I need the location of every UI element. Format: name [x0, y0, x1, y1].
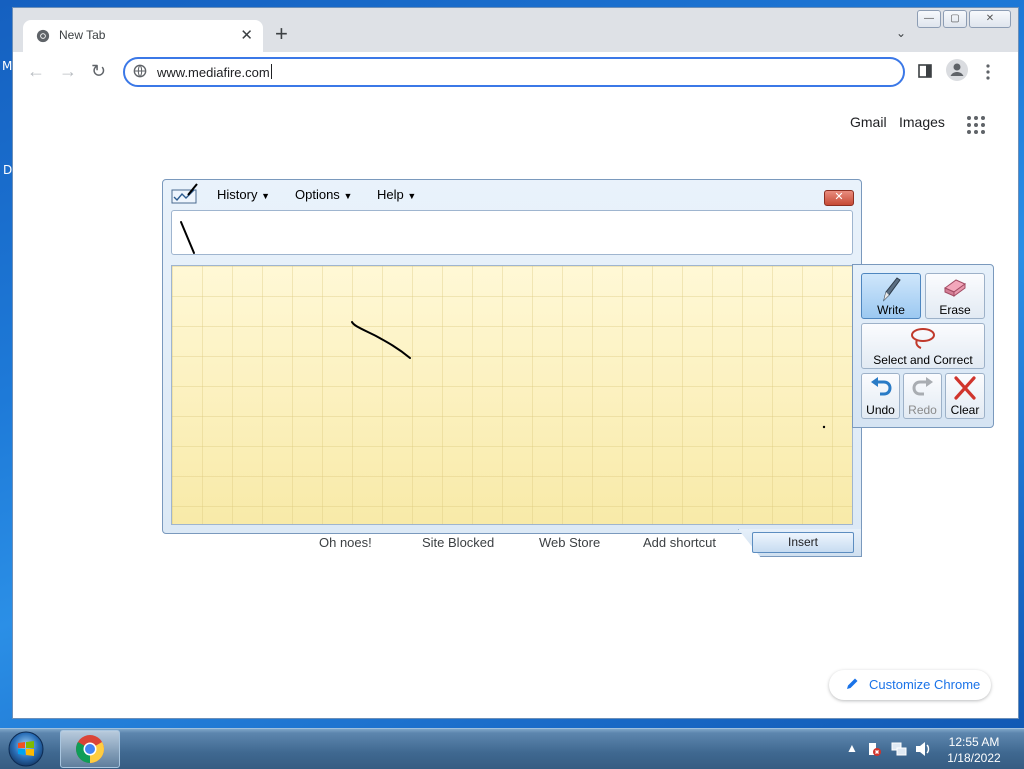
clock-time: 12:55 AM	[948, 735, 1000, 749]
insert-button[interactable]: Insert	[752, 532, 854, 553]
address-bar[interactable]: www.mediafire.com	[123, 57, 905, 87]
text-caret	[270, 64, 272, 79]
ink-stroke	[351, 321, 826, 429]
chevron-down-icon: ▼	[343, 191, 353, 201]
shortcut-label[interactable]: Web Store	[539, 535, 600, 550]
erase-button[interactable]: Erase	[925, 273, 985, 319]
close-input-panel-button[interactable]: ✕	[824, 190, 854, 206]
options-menu[interactable]: Options ▼	[295, 187, 352, 202]
side-panel-icon[interactable]	[918, 64, 932, 78]
shortcut-label[interactable]: Site Blocked	[422, 535, 494, 550]
address-bar-text[interactable]: www.mediafire.com	[157, 64, 272, 80]
taskbar-chrome-button[interactable]	[60, 730, 120, 768]
reload-icon[interactable]: ↻	[91, 62, 106, 80]
customize-chrome-label: Customize Chrome	[869, 677, 981, 692]
taskbar: ▲ 12:55 AM 1/18/2022	[0, 728, 1024, 769]
forward-icon[interactable]: →	[59, 62, 77, 80]
clock-date: 1/18/2022	[947, 751, 1001, 765]
new-tab-button[interactable]: +	[275, 23, 288, 45]
write-button[interactable]: Write	[861, 273, 921, 319]
undo-label: Undo	[866, 403, 895, 417]
back-icon[interactable]: ←	[27, 62, 45, 80]
images-link[interactable]: Images	[899, 114, 945, 130]
chrome-logo-icon	[76, 735, 104, 763]
pencil-icon	[847, 678, 858, 689]
tablet-input-panel: History ▼ Options ▼ Help ▼ ✕	[162, 179, 862, 534]
chrome-icon	[36, 29, 50, 43]
pen-icon	[883, 277, 901, 302]
tab-close-icon[interactable]: ✕	[240, 26, 253, 44]
gmail-link[interactable]: Gmail	[850, 114, 887, 130]
chevron-down-icon: ▼	[261, 191, 270, 201]
customize-chrome-button[interactable]: Customize Chrome	[829, 670, 991, 700]
start-button-icon[interactable]	[6, 730, 46, 768]
tab-new-tab[interactable]: New Tab ✕	[23, 20, 263, 52]
clear-label: Clear	[950, 403, 980, 417]
tab-strip: New Tab ✕ + ⌄ — ▢ ✕	[13, 8, 1018, 52]
erase-label: Erase	[939, 303, 971, 317]
google-apps-icon[interactable]	[967, 116, 985, 134]
tab-search-icon[interactable]: ⌄	[896, 26, 906, 40]
undo-icon	[870, 377, 892, 396]
eraser-icon	[944, 279, 966, 297]
shortcut-label[interactable]: Add shortcut	[643, 535, 716, 550]
show-hidden-icons-icon[interactable]: ▲	[846, 741, 858, 755]
maximize-button[interactable]: ▢	[943, 10, 967, 28]
volume-icon[interactable]	[914, 740, 932, 758]
help-menu[interactable]: Help ▼	[377, 187, 416, 202]
input-panel-tools: Write Erase Select and Correct Undo Redo	[852, 264, 994, 428]
minimize-button[interactable]: —	[917, 10, 941, 28]
shortcut-label[interactable]: Oh noes!	[319, 535, 372, 550]
close-button[interactable]: ✕	[969, 10, 1011, 28]
history-menu[interactable]: History ▼	[217, 187, 270, 202]
ink-preview-area	[171, 210, 853, 255]
lasso-icon	[911, 328, 935, 349]
select-and-correct-label: Select and Correct	[873, 353, 973, 367]
redo-icon	[911, 377, 933, 396]
input-panel-icon[interactable]	[171, 183, 199, 205]
clear-button[interactable]: Clear	[945, 373, 985, 419]
redo-label: Redo	[908, 403, 937, 417]
globe-icon	[133, 64, 147, 78]
tab-title: New Tab	[59, 28, 106, 42]
network-icon[interactable]	[890, 740, 908, 758]
ink-stroke-preview	[180, 221, 195, 254]
undo-button[interactable]: Undo	[861, 373, 900, 419]
writing-pad[interactable]	[171, 265, 853, 525]
write-label: Write	[877, 303, 905, 317]
chevron-down-icon: ▼	[407, 191, 417, 201]
profile-avatar-icon[interactable]	[945, 58, 969, 82]
action-center-icon[interactable]	[866, 741, 882, 757]
browser-toolbar: ← → ↻ www.mediafire.com	[13, 52, 1018, 92]
desktop-edge-text: M	[2, 59, 13, 73]
desktop-edge-text: D	[3, 163, 13, 177]
kebab-menu-icon[interactable]	[986, 64, 990, 80]
system-clock[interactable]: 12:55 AM 1/18/2022	[938, 734, 1010, 766]
clear-x-icon	[954, 376, 976, 400]
select-and-correct-button[interactable]: Select and Correct	[861, 323, 985, 369]
redo-button[interactable]: Redo	[903, 373, 942, 419]
